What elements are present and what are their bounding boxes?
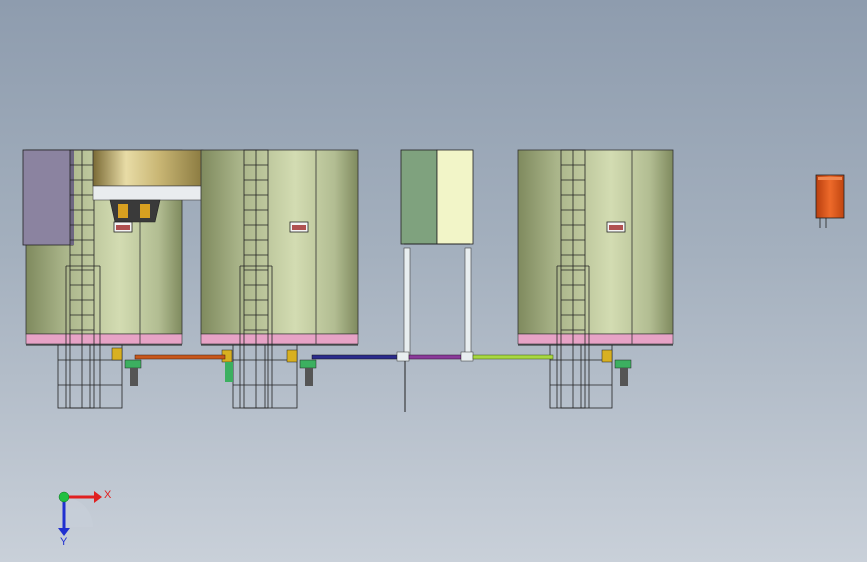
axis-triad[interactable]: X Y <box>58 489 112 548</box>
pipe-purple <box>408 354 462 360</box>
orange-device[interactable] <box>815 174 845 228</box>
tank-unit-3[interactable] <box>517 149 674 409</box>
pipe-lime <box>472 354 554 360</box>
y-axis-label: Y <box>60 536 68 548</box>
piping <box>134 351 554 362</box>
panel-left-door <box>400 149 438 245</box>
control-cabinet[interactable] <box>22 149 74 246</box>
origin-icon <box>58 491 70 503</box>
tank-unit-1[interactable] <box>22 149 204 409</box>
pipe-white-joint-1 <box>396 351 410 362</box>
tank-unit-2[interactable] <box>200 149 359 409</box>
pipe-white-joint-2 <box>460 351 474 362</box>
cad-viewport[interactable]: X Y <box>0 0 867 562</box>
hopper-drum <box>92 149 204 187</box>
panel-right-door <box>436 149 474 245</box>
pipe-blue <box>311 354 398 360</box>
tank-2-body <box>200 149 359 335</box>
tank-3-body <box>517 149 674 335</box>
pipe-orange <box>134 354 226 360</box>
junction-box-icon <box>815 174 845 219</box>
electrical-panel[interactable] <box>400 149 474 412</box>
tank-3-bottom-band <box>517 333 674 345</box>
x-axis-label: X <box>104 489 112 501</box>
tank-2-bottom-band <box>200 333 359 345</box>
tank-1-bottom-band <box>25 333 183 345</box>
